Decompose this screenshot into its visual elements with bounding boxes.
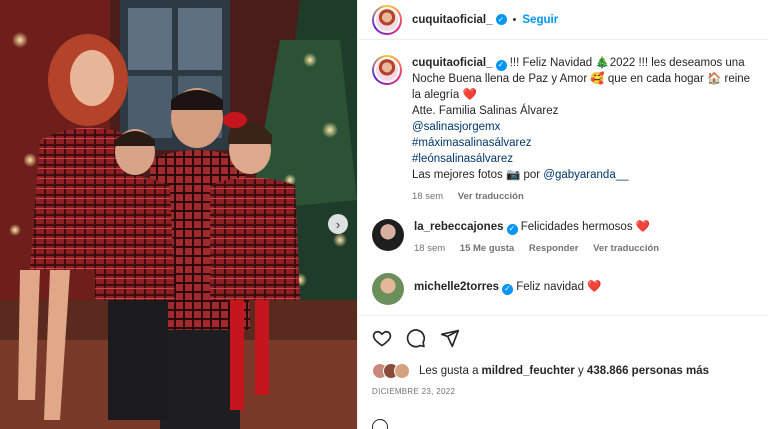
translate-link[interactable]: Ver traducción bbox=[593, 243, 659, 254]
separator-dot: • bbox=[512, 13, 517, 26]
photo-credit-text: Las mejores fotos 📷 por bbox=[412, 169, 544, 181]
post-date: DICIEMBRE 23, 2022 bbox=[372, 387, 456, 396]
heart-emoji: ❤️ bbox=[587, 281, 602, 293]
comment-text: Felicidades hermosos bbox=[520, 221, 633, 233]
heart-emoji: ❤️ bbox=[635, 221, 651, 233]
post-actions: Les gusta a mildred_feuchter y 438.866 p… bbox=[358, 315, 768, 396]
chevron-right-icon: › bbox=[335, 216, 341, 232]
comment-item: michelle2torres ✓ Feliz navidad ❤️ bbox=[358, 257, 768, 305]
emoji-icon[interactable] bbox=[372, 419, 388, 429]
translate-link[interactable]: Ver traducción bbox=[458, 191, 524, 202]
comment-item: la_rebeccajones ✓ Felicidades hermosos ❤️… bbox=[358, 205, 768, 257]
reply-button[interactable]: Responder bbox=[529, 243, 579, 254]
likes-count[interactable]: 438.866 personas más bbox=[587, 365, 709, 377]
family-christmas-photo bbox=[0, 0, 357, 429]
verified-badge-icon: ✓ bbox=[506, 223, 518, 235]
hashtag-link[interactable]: #máximasalinasálvarez bbox=[412, 135, 758, 151]
liker-username[interactable]: mildred_feuchter bbox=[481, 365, 574, 377]
comments-list[interactable]: cuquitaoficial_ ✓ !!! Feliz Navidad 🎄2022… bbox=[358, 41, 768, 314]
caption-meta: 18 sem Ver traducción bbox=[412, 189, 758, 205]
caption-signature: Atte. Familia Salinas Álvarez bbox=[412, 105, 559, 117]
caption-username[interactable]: cuquitaoficial_ bbox=[412, 57, 493, 69]
comment-text: Feliz navidad bbox=[516, 281, 584, 293]
post-details-panel: cuquitaoficial_ ✓ • Seguir cuquitaoficia… bbox=[357, 0, 768, 429]
comment-meta: 18 sem 15 Me gusta Responder Ver traducc… bbox=[414, 241, 758, 257]
follow-button[interactable]: Seguir bbox=[522, 14, 558, 26]
post-photo[interactable]: › bbox=[0, 0, 357, 429]
commenter-avatar[interactable] bbox=[372, 273, 404, 305]
heart-outline-icon[interactable] bbox=[372, 328, 392, 348]
likes-summary: Les gusta a mildred_feuchter y 438.866 p… bbox=[372, 363, 754, 379]
mention-link[interactable]: @salinasjorgemx bbox=[412, 119, 758, 135]
comment-likes[interactable]: 15 Me gusta bbox=[460, 243, 514, 254]
caption-avatar[interactable] bbox=[372, 55, 402, 85]
paper-plane-icon[interactable] bbox=[440, 328, 460, 348]
verified-badge-icon: ✓ bbox=[495, 59, 507, 71]
author-username[interactable]: cuquitaoficial_ bbox=[412, 14, 493, 26]
comment-bubble-icon[interactable] bbox=[406, 328, 426, 348]
likes-middle: y bbox=[574, 365, 587, 377]
commenter-username[interactable]: la_rebeccajones bbox=[414, 221, 504, 233]
instagram-post-modal: › cuquitaoficial_ ✓ • Seguir cuquitaofic… bbox=[0, 0, 768, 429]
caption-time: 18 sem bbox=[412, 191, 444, 202]
author-avatar[interactable] bbox=[372, 4, 402, 35]
commenter-avatar[interactable] bbox=[372, 219, 404, 251]
post-header: cuquitaoficial_ ✓ • Seguir bbox=[358, 0, 768, 40]
next-photo-button[interactable]: › bbox=[328, 214, 348, 234]
verified-badge-icon: ✓ bbox=[495, 14, 507, 25]
likes-prefix: Les gusta a bbox=[419, 365, 479, 377]
commenter-username[interactable]: michelle2torres bbox=[414, 281, 499, 293]
post-caption: cuquitaoficial_ ✓ !!! Feliz Navidad 🎄2022… bbox=[358, 41, 768, 205]
comment-time: 18 sem bbox=[414, 243, 446, 254]
liker-avatars[interactable] bbox=[372, 363, 410, 379]
hashtag-link[interactable]: #leónsalinasálvarez bbox=[412, 151, 758, 167]
action-icons bbox=[372, 327, 754, 349]
verified-badge-icon: ✓ bbox=[502, 283, 514, 295]
photographer-mention-link[interactable]: @gabyaranda__ bbox=[543, 169, 628, 181]
